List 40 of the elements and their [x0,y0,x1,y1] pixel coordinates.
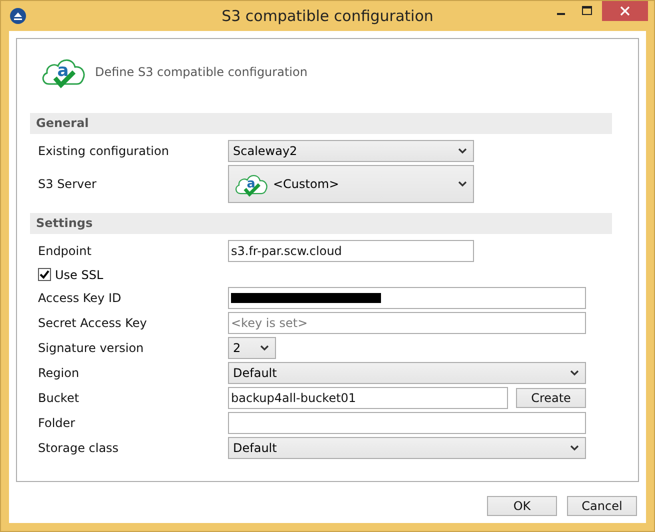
close-icon [620,6,630,16]
field-label: Access Key ID [38,291,122,305]
dropdown-value: <Custom> [273,177,340,191]
input-field[interactable]: backup4all-bucket01 [228,387,508,409]
field-label: Existing configuration [38,144,170,158]
dropdown[interactable]: 2 [228,337,276,359]
create-button[interactable]: Create [516,388,586,408]
field-label: Storage class [38,441,120,455]
input-field[interactable] [228,287,586,309]
dropdown[interactable]: Scaleway2 [228,140,474,162]
input-field[interactable]: <key is set> [228,312,586,334]
minimize-icon [557,13,565,15]
input-field[interactable]: s3.fr-par.scw.cloud [228,240,474,262]
section-header: Settings [30,213,612,234]
field-label: Secret Access Key [38,316,148,330]
chevron-down-icon [458,148,467,154]
dialog-button[interactable]: Cancel [567,496,637,516]
field-label: Folder [38,416,76,430]
field-label: Bucket [38,391,80,405]
chevron-down-icon [260,345,269,351]
chevron-down-icon [458,181,467,187]
dropdown[interactable]: a <Custom> [228,165,474,203]
dialog-button[interactable]: OK [487,496,557,516]
chevron-down-icon [570,370,579,376]
dropdown[interactable]: Default [228,362,586,384]
header-text: Define S3 compatible configuration [95,65,308,79]
checkbox-label: Use SSL [55,268,104,282]
close-button[interactable] [602,1,648,21]
maximize-icon [582,6,592,16]
dropdown[interactable]: Default [228,437,586,459]
checkbox[interactable] [38,268,51,281]
chevron-down-icon [570,445,579,451]
window-title: S3 compatible configuration [222,7,434,25]
eject-icon[interactable] [10,8,26,24]
field-label: Region [38,366,80,380]
field-label: Signature version [38,341,145,355]
input-field[interactable] [228,412,586,434]
field-label: Endpoint [38,244,92,258]
section-header: General [30,113,612,134]
field-label: S3 Server [38,177,98,191]
